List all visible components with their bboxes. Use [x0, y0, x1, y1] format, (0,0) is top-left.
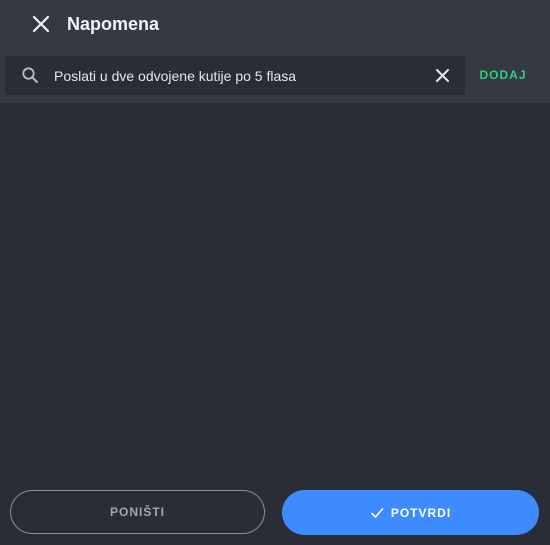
add-button[interactable]: DODAJ [472, 56, 534, 95]
clear-icon[interactable] [434, 67, 451, 84]
cancel-button[interactable]: PONIŠTI [10, 490, 265, 534]
note-dialog: Napomena DODAJ PONIŠTI [0, 0, 550, 545]
dialog-footer: PONIŠTI POTVRDI [0, 483, 550, 545]
note-toolbar: DODAJ [0, 48, 550, 103]
dialog-title: Napomena [67, 14, 160, 34]
check-icon [370, 506, 384, 520]
cancel-button-label: PONIŠTI [109, 505, 165, 519]
close-icon[interactable] [30, 13, 52, 35]
confirm-button-label: POTVRDI [390, 505, 452, 520]
search-icon [21, 66, 40, 85]
confirm-button[interactable]: POTVRDI [282, 490, 539, 535]
dialog-header: Napomena [0, 0, 550, 48]
note-input[interactable] [54, 56, 424, 95]
note-input-box [5, 56, 465, 95]
notes-list-area [0, 103, 550, 483]
